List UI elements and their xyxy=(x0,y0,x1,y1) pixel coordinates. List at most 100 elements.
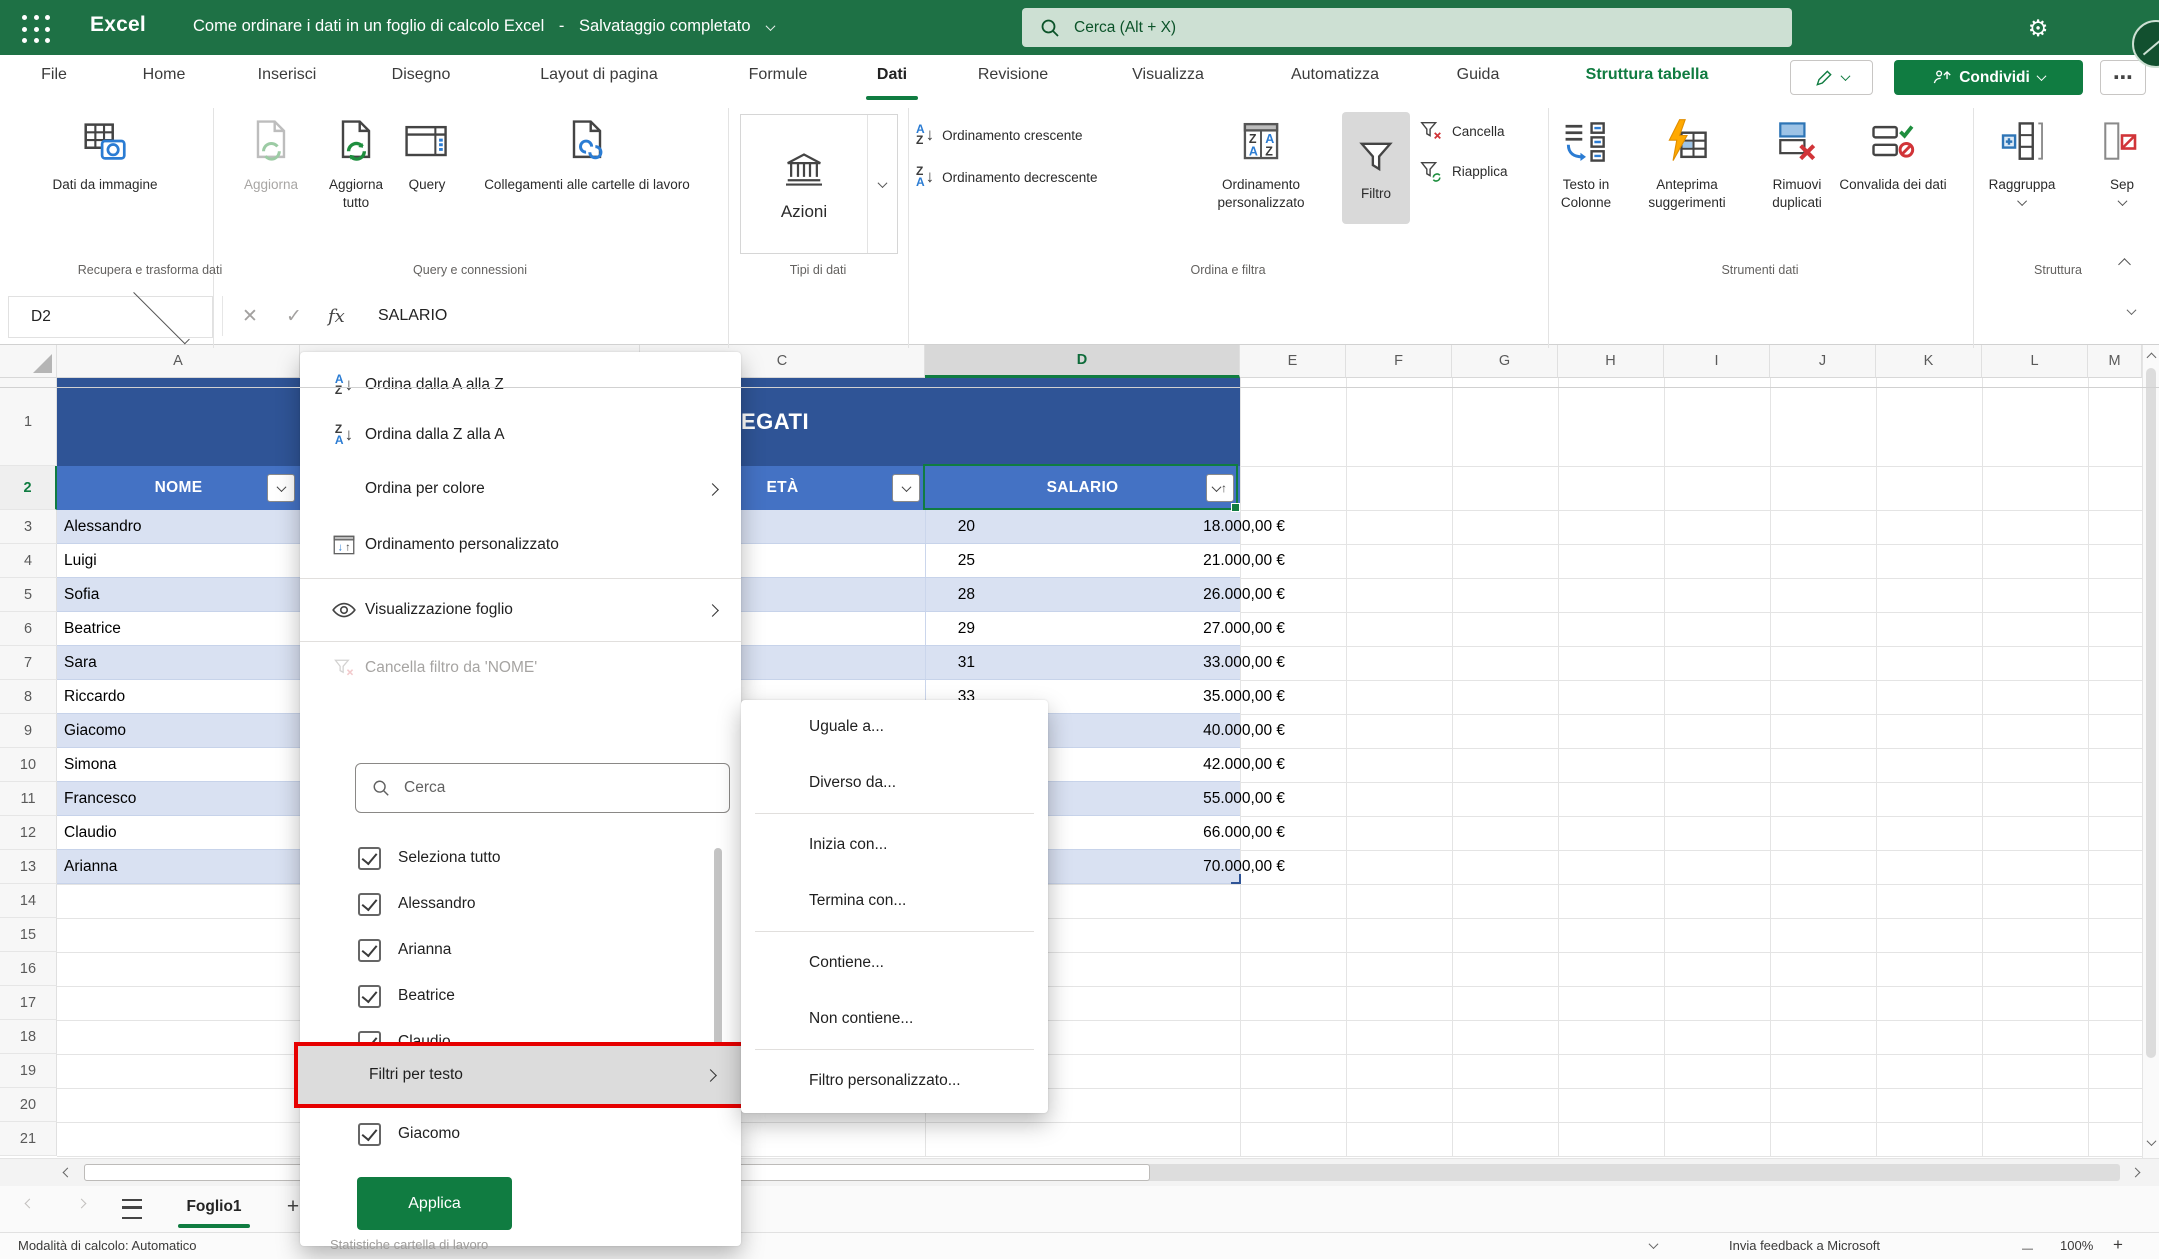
calc-mode-label[interactable]: Modalità di calcolo: Automatico xyxy=(18,1238,196,1253)
row-header-11[interactable]: 11 xyxy=(0,782,57,816)
cell-name[interactable]: Luigi xyxy=(64,544,97,577)
row-header-8[interactable]: 8 xyxy=(0,680,57,714)
workbook-stats-label[interactable]: Statistiche cartella di lavoro xyxy=(330,1237,488,1252)
menu-item-2[interactable]: Ordina per colore xyxy=(300,462,741,516)
formula-input[interactable]: SALARIO xyxy=(378,296,447,336)
insert-function-icon[interactable]: fx xyxy=(328,296,345,336)
submenu-item-diverso-da[interactable]: Diverso da... xyxy=(741,761,1048,805)
tab-visualizza[interactable]: Visualizza xyxy=(1132,66,1204,84)
status-options-chevron-icon[interactable] xyxy=(1649,1239,1659,1249)
tab-dati[interactable]: Dati xyxy=(877,66,907,84)
next-sheet-icon[interactable] xyxy=(77,1199,87,1209)
refresh-all-button[interactable]: Aggiorna tutto xyxy=(316,112,396,212)
row-header-7[interactable]: 7 xyxy=(0,646,57,680)
column-header-D[interactable]: D xyxy=(925,345,1240,378)
tab-file[interactable]: File xyxy=(41,66,67,84)
data-validation-button[interactable]: Convalida dei dati xyxy=(1833,112,1953,194)
all-sheets-icon[interactable] xyxy=(122,1199,142,1219)
document-title[interactable]: Come ordinare i dati in un foglio di cal… xyxy=(193,17,774,36)
menu-item-5[interactable]: Cancella filtro da 'NOME' xyxy=(300,645,741,691)
cancel-entry-icon[interactable] xyxy=(228,296,272,336)
actions-chevron[interactable] xyxy=(867,115,896,253)
settings-gear-icon[interactable] xyxy=(2022,12,2054,44)
sort-descending-button[interactable]: ZA↓ Ordinamento decrescente xyxy=(916,166,1098,188)
column-header-K[interactable]: K xyxy=(1876,345,1982,378)
tab-disegno[interactable]: Disegno xyxy=(392,66,451,84)
submenu-item-termina-con[interactable]: Termina con... xyxy=(741,879,1048,923)
expand-formula-bar-icon[interactable] xyxy=(2127,305,2137,315)
filter-checkbox-beatrice[interactable]: Beatrice xyxy=(358,982,455,1010)
nome-filter-button[interactable] xyxy=(267,474,295,502)
previous-sheet-icon[interactable] xyxy=(25,1199,35,1209)
cell-salary[interactable]: 21.000,00 € xyxy=(982,544,1285,577)
reapply-filter-button[interactable]: Riapplica xyxy=(1418,158,1508,184)
scroll-right-icon[interactable] xyxy=(2131,1168,2141,1178)
zoom-out-icon[interactable] xyxy=(2022,1240,2033,1255)
column-header-G[interactable]: G xyxy=(1452,345,1558,378)
tab-revisione[interactable]: Revisione xyxy=(978,66,1048,84)
column-header-E[interactable]: E xyxy=(1240,345,1346,378)
eta-filter-button[interactable] xyxy=(892,474,920,502)
row-header-12[interactable]: 12 xyxy=(0,816,57,850)
row-header-10[interactable]: 10 xyxy=(0,748,57,782)
scroll-left-icon[interactable] xyxy=(63,1168,73,1178)
group-button[interactable]: Raggruppa xyxy=(1989,112,2056,206)
sheet-tab-foglio1[interactable]: Foglio1 xyxy=(172,1190,256,1224)
cell-name[interactable]: Francesco xyxy=(64,782,136,815)
data-types-actions-button[interactable]: Azioni xyxy=(740,114,898,254)
submenu-item-uguale-a[interactable]: Uguale a... xyxy=(741,705,1048,749)
select-all-corner[interactable] xyxy=(0,345,57,378)
apply-button[interactable]: Applica xyxy=(357,1177,512,1230)
filter-checkbox-arianna[interactable]: Arianna xyxy=(358,936,451,964)
menu-item-1[interactable]: ZA↓Ordina dalla Z alla A xyxy=(300,410,741,460)
row-header-15[interactable]: 15 xyxy=(0,918,57,952)
submenu-item-filtro-personalizzato[interactable]: Filtro personalizzato... xyxy=(741,1059,1048,1103)
table-resize-handle[interactable] xyxy=(1231,874,1241,884)
row-header-3[interactable]: 3 xyxy=(0,510,57,544)
checkbox-checked-icon[interactable] xyxy=(358,847,381,870)
data-from-picture-button[interactable]: Dati da immagine xyxy=(50,112,160,194)
column-header-H[interactable]: H xyxy=(1558,345,1664,378)
filter-search-box[interactable]: Cerca xyxy=(355,763,730,813)
collapse-ribbon-icon[interactable] xyxy=(2118,258,2131,271)
more-options-button[interactable] xyxy=(2100,60,2146,95)
cell-name[interactable]: Giacomo xyxy=(64,714,126,747)
share-button[interactable]: Condividi xyxy=(1894,60,2083,95)
app-launcher-icon[interactable] xyxy=(20,13,54,47)
column-header-L[interactable]: L xyxy=(1982,345,2088,378)
row-header-14[interactable]: 14 xyxy=(0,884,57,918)
custom-sort-button[interactable]: ZAAZ Ordinamento personalizzato xyxy=(1186,112,1336,212)
menu-item-4[interactable]: Visualizzazione foglio xyxy=(300,583,741,637)
zoom-in-icon[interactable] xyxy=(2113,1235,2123,1255)
tab-struttura-tabella[interactable]: Struttura tabella xyxy=(1586,66,1709,84)
cell-salary[interactable]: 27.000,00 € xyxy=(982,612,1285,645)
workbook-links-button[interactable]: Collegamenti alle cartelle di lavoro xyxy=(442,112,732,194)
cell-name[interactable]: Arianna xyxy=(64,850,117,883)
tab-home[interactable]: Home xyxy=(143,66,186,84)
tab-layout-di-pagina[interactable]: Layout di pagina xyxy=(540,66,657,84)
ungroup-button[interactable]: Sep xyxy=(2096,112,2148,206)
checkbox-checked-icon[interactable] xyxy=(358,893,381,916)
cell-name[interactable]: Claudio xyxy=(64,816,117,849)
tab-formule[interactable]: Formule xyxy=(749,66,808,84)
flash-fill-button[interactable]: Anteprima suggerimenti xyxy=(1622,112,1752,212)
filter-checkbox-giacomo[interactable]: Giacomo xyxy=(358,1120,460,1148)
search-box[interactable]: Cerca (Alt + X) xyxy=(1022,8,1792,47)
vertical-scrollbar[interactable] xyxy=(2142,344,2159,1158)
submenu-item-non-contiene[interactable]: Non contiene... xyxy=(741,997,1048,1041)
refresh-button[interactable]: Aggiorna xyxy=(244,112,298,194)
scroll-up-icon[interactable] xyxy=(2147,353,2157,363)
filter-checkbox-seleziona-tutto[interactable]: Seleziona tutto xyxy=(358,844,501,872)
clear-filter-button[interactable]: Cancella xyxy=(1418,118,1505,144)
submenu-item-contiene[interactable]: Contiene... xyxy=(741,941,1048,985)
cell-name[interactable]: Sara xyxy=(64,646,97,679)
tab-inserisci[interactable]: Inserisci xyxy=(258,66,317,84)
cell-name[interactable]: Simona xyxy=(64,748,117,781)
column-header-F[interactable]: F xyxy=(1346,345,1452,378)
text-to-columns-button[interactable]: Testo in Colonne xyxy=(1541,112,1631,212)
tab-guida[interactable]: Guida xyxy=(1457,66,1500,84)
checkbox-checked-icon[interactable] xyxy=(358,985,381,1008)
checkbox-checked-icon[interactable] xyxy=(358,939,381,962)
column-header-A[interactable]: A xyxy=(57,345,300,378)
row-header-21[interactable]: 21 xyxy=(0,1122,57,1156)
